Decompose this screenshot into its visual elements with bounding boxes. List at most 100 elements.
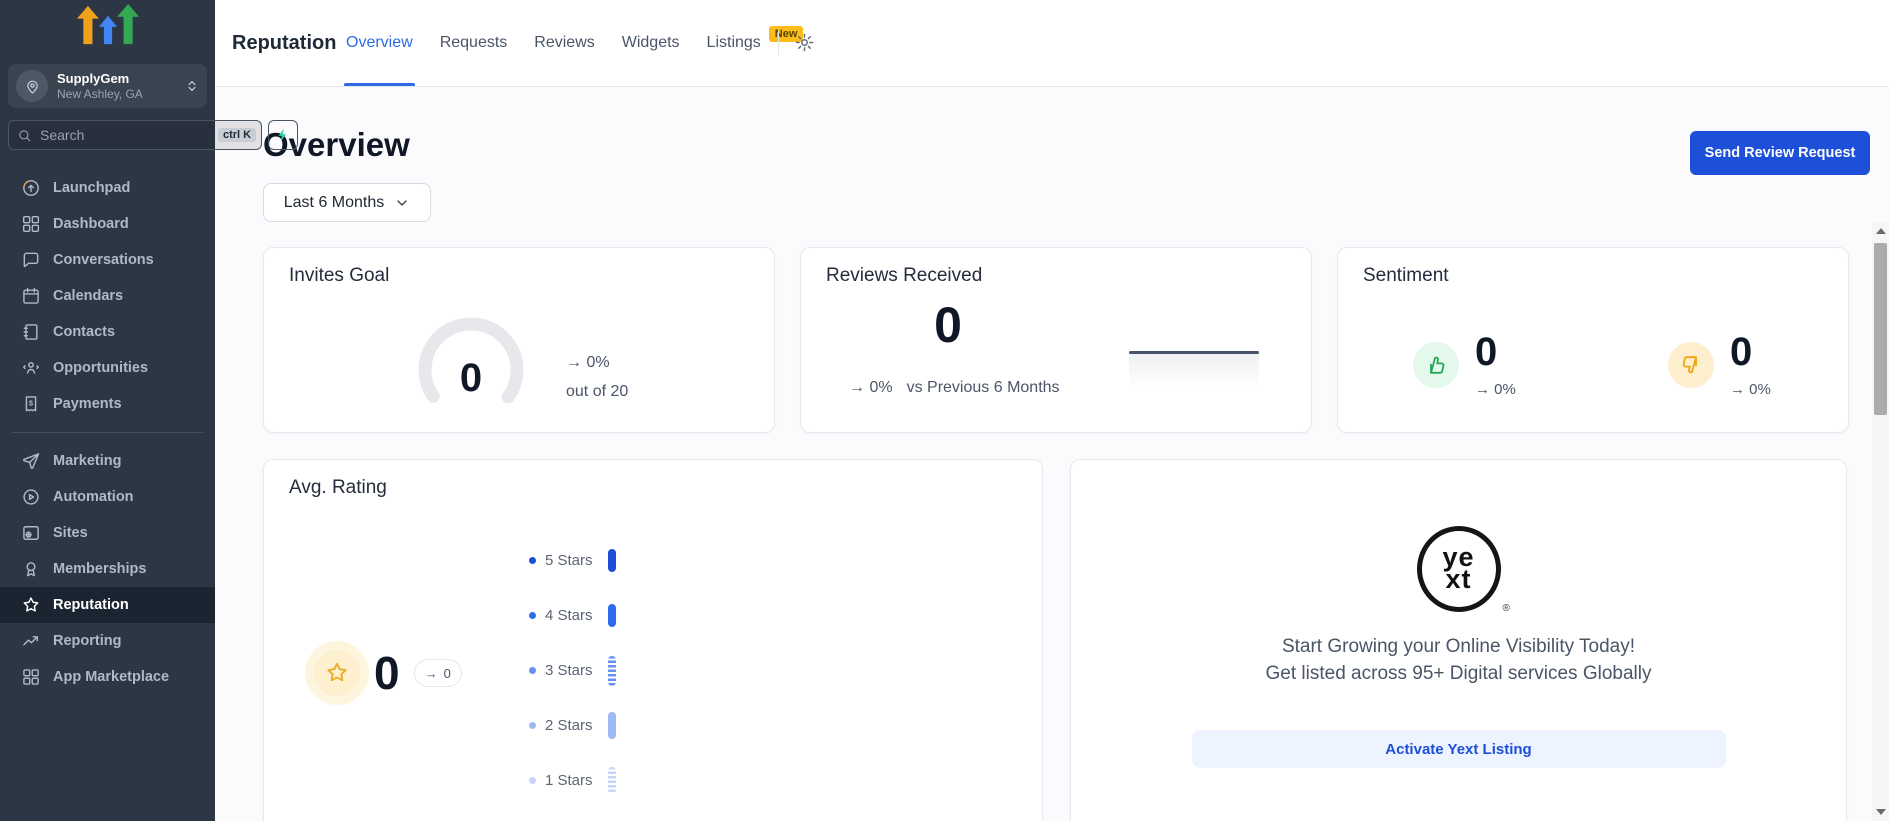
rating-dot-icon — [529, 777, 536, 784]
sidebar-nav: Launchpad Dashboard Conversations Calendars… — [0, 170, 215, 695]
sidebar-item-payments[interactable]: $ Payments — [0, 386, 215, 422]
sidebar-item-sites[interactable]: Sites — [0, 515, 215, 551]
rating-row-4-stars: 4 Stars — [529, 588, 616, 643]
contacts-icon — [21, 322, 41, 342]
rating-dot-icon — [529, 612, 536, 619]
card-title: Reviews Received — [826, 265, 982, 287]
scrollbar-thumb[interactable] — [1874, 243, 1887, 415]
sidebar-item-reporting[interactable]: Reporting — [0, 623, 215, 659]
activate-yext-listing-button[interactable]: Activate Yext Listing — [1192, 730, 1726, 768]
tab-overview[interactable]: Overview — [346, 0, 413, 86]
quick-actions-button[interactable] — [268, 120, 298, 150]
tab-label: Listings — [707, 34, 761, 52]
tab-reviews[interactable]: Reviews — [534, 0, 594, 86]
header-divider — [778, 31, 779, 56]
send-review-request-button[interactable]: Send Review Request — [1690, 131, 1870, 175]
chevrons-updown-icon — [185, 77, 199, 95]
yext-subheadline: Get listed across 95+ Digital services G… — [1071, 663, 1846, 685]
tab-requests[interactable]: Requests — [440, 0, 508, 86]
invites-goal-card: Invites Goal 0 → 0% out of 20 — [263, 247, 775, 433]
rating-label: 1 Stars — [545, 772, 595, 789]
bolt-icon — [275, 127, 291, 143]
launchpad-icon — [21, 178, 41, 198]
sidebar-item-label: Reporting — [53, 633, 121, 649]
rating-row-2-stars: 2 Stars — [529, 698, 616, 753]
opportunities-icon — [21, 358, 41, 378]
sidebar-item-label: App Marketplace — [53, 669, 169, 685]
page-title: Reputation — [232, 0, 336, 86]
reviews-received-compare: vs Previous 6 Months — [907, 379, 1060, 397]
account-switcher[interactable]: SupplyGem New Ashley, GA — [8, 64, 207, 108]
payments-icon: $ — [21, 394, 41, 414]
sidebar-item-calendars[interactable]: Calendars — [0, 278, 215, 314]
card-title: Invites Goal — [289, 265, 389, 287]
rating-dot-icon — [529, 557, 536, 564]
invites-goal-change: 0% — [586, 354, 609, 371]
rating-row-3-stars: 3 Stars — [529, 643, 616, 698]
rating-row-1-stars: 1 Stars — [529, 753, 616, 808]
tab-widgets[interactable]: Widgets — [622, 0, 680, 86]
app-window: SupplyGem New Ashley, GA ctrl K Launchpa… — [0, 0, 1889, 821]
sidebar-item-label: Marketing — [53, 453, 122, 469]
reputation-icon — [21, 595, 41, 615]
rating-label: 3 Stars — [545, 662, 595, 679]
calendars-icon — [21, 286, 41, 306]
rating-bar — [608, 604, 616, 627]
sidebar-item-label: Conversations — [53, 252, 154, 268]
sidebar-item-label: Contacts — [53, 324, 115, 340]
sidebar-item-automation[interactable]: Automation — [0, 479, 215, 515]
rating-bar — [608, 712, 616, 739]
date-range-value: Last 6 Months — [284, 194, 385, 212]
tab-listings[interactable]: ListingsNew — [707, 0, 804, 86]
date-range-dropdown[interactable]: Last 6 Months — [263, 183, 431, 222]
sidebar-item-opportunities[interactable]: Opportunities — [0, 350, 215, 386]
sidebar-item-launchpad[interactable]: Launchpad — [0, 170, 215, 206]
arrow-right-icon: → — [425, 666, 438, 681]
sidebar: SupplyGem New Ashley, GA ctrl K Launchpa… — [0, 0, 215, 821]
search-box[interactable]: ctrl K — [8, 120, 262, 150]
yext-logo-text: xt — [1445, 569, 1471, 591]
sidebar-item-dashboard[interactable]: Dashboard — [0, 206, 215, 242]
sidebar-item-label: Payments — [53, 396, 122, 412]
sidebar-item-app-marketplace[interactable]: App Marketplace — [0, 659, 215, 695]
sidebar-item-label: Dashboard — [53, 216, 129, 232]
sidebar-item-contacts[interactable]: Contacts — [0, 314, 215, 350]
search-shortcut: ctrl K — [218, 128, 256, 142]
yext-headline: Start Growing your Online Visibility Tod… — [1071, 636, 1846, 658]
location-pin-icon — [24, 78, 41, 95]
sentiment-negative-change: 0% — [1749, 381, 1771, 398]
arrow-right-icon: → — [1475, 381, 1490, 398]
vertical-scrollbar[interactable] — [1872, 222, 1889, 821]
reporting-icon — [21, 631, 41, 651]
rating-label: 4 Stars — [545, 607, 595, 624]
card-title: Avg. Rating — [289, 477, 387, 499]
automation-icon — [21, 487, 41, 507]
settings-gear-icon[interactable] — [794, 32, 815, 53]
sentiment-negative-value: 0 — [1730, 332, 1771, 372]
search-input[interactable] — [38, 126, 212, 144]
rating-row-5-stars: 5 Stars — [529, 533, 616, 588]
sidebar-item-label: Sites — [53, 525, 88, 541]
rating-bar — [608, 767, 616, 794]
thumbs-down-icon — [1679, 353, 1703, 377]
sidebar-item-conversations[interactable]: Conversations — [0, 242, 215, 278]
rating-label: 2 Stars — [545, 717, 595, 734]
sidebar-item-label: Opportunities — [53, 360, 148, 376]
sidebar-item-memberships[interactable]: Memberships — [0, 551, 215, 587]
arrow-right-icon: → — [849, 379, 865, 396]
scroll-up-arrow-icon[interactable] — [1872, 228, 1889, 234]
sidebar-item-reputation[interactable]: Reputation — [0, 587, 215, 623]
sentiment-positive-change: 0% — [1494, 381, 1516, 398]
sentiment-card: Sentiment 0 → 0% 0 → 0% — [1337, 247, 1849, 433]
arrow-right-icon: → — [1730, 381, 1745, 398]
tab-label: Requests — [440, 34, 508, 52]
sidebar-item-marketing[interactable]: Marketing — [0, 443, 215, 479]
header-bar: Reputation Overview Requests Reviews Widget… — [215, 0, 1889, 87]
invites-goal-value: 0 — [406, 356, 536, 401]
highlevel-logo-icon — [0, 4, 215, 46]
avg-rating-value: 0 — [374, 646, 400, 700]
scroll-down-arrow-icon[interactable] — [1872, 809, 1889, 815]
account-name: SupplyGem — [57, 71, 143, 88]
memberships-icon — [21, 559, 41, 579]
rating-dot-icon — [529, 667, 536, 674]
